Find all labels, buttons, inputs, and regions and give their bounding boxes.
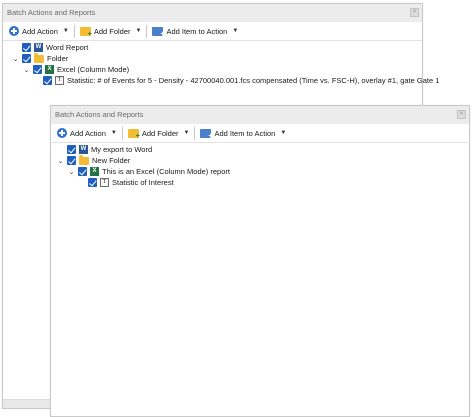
chevron-down-icon[interactable]: ⌄ [12,55,19,63]
tree-item-label: Excel (Column Mode) [57,65,130,74]
toolbar-divider [121,126,123,140]
checkbox-icon[interactable] [22,54,31,63]
folder-icon [79,154,89,165]
tree-item-word-export[interactable]: W My export to Word [57,144,152,155]
tree-item-excel-report[interactable]: ⌄ X This is an Excel (Column Mode) repor… [68,166,230,177]
back-panel-titlebar[interactable]: Batch Actions and Reports × [3,4,422,22]
tree-item-label: Word Report [46,43,89,52]
front-panel-title: Batch Actions and Reports [55,110,144,119]
checkbox-icon[interactable] [22,43,31,52]
front-add-item-label: Add Item to Action [214,128,276,138]
checkbox-icon[interactable] [43,76,52,85]
back-add-folder-label: Add Folder [93,26,131,36]
tree-item-label: Folder [47,54,69,63]
back-add-folder-button[interactable]: Add Folder ▼ [77,24,145,39]
back-add-item-label: Add Item to Action [166,26,228,36]
tree-item-statistic[interactable]: T Statistic: # of Events for 5 - Density… [43,75,439,86]
back-add-item-button[interactable]: Add Item to Action ▼ [149,24,241,39]
toolbar-divider [146,24,148,38]
back-add-action-label: Add Action [22,26,58,36]
chevron-down-icon[interactable]: ⌄ [68,168,75,176]
tree-item-statistic[interactable]: T Statistic of Interest [88,177,174,188]
front-add-folder-label: Add Folder [141,128,179,138]
chevron-down-icon: ▼ [232,28,239,34]
tree-item-label: Statistic of Interest [112,178,174,187]
toolbar-divider [194,126,196,140]
checkbox-icon[interactable] [67,145,76,154]
back-add-action-button[interactable]: Add Action ▼ [6,24,72,39]
add-folder-icon [127,128,140,140]
tree-item-excel[interactable]: ⌄ X Excel (Column Mode) [23,64,129,75]
excel-icon: X [45,65,54,74]
chevron-down-icon[interactable]: ⌄ [57,157,64,165]
checkbox-icon[interactable] [33,65,42,74]
statistic-icon: T [100,178,109,187]
tree-item-label: Statistic: # of Events for 5 - Density -… [67,76,440,85]
statistic-icon: T [55,76,64,85]
back-panel-close-icon[interactable]: × [410,8,419,17]
front-add-action-label: Add Action [70,128,106,138]
checkbox-icon[interactable] [67,156,76,165]
word-icon: W [79,145,88,154]
chevron-down-icon: ▼ [62,28,69,34]
tree-item-word-report[interactable]: W Word Report [12,42,88,53]
front-add-action-button[interactable]: Add Action ▼ [54,126,120,141]
front-add-folder-button[interactable]: Add Folder ▼ [125,126,193,141]
chevron-down-icon: ▼ [183,130,190,136]
add-action-icon [57,128,67,138]
chevron-down-icon: ▼ [110,130,117,136]
chevron-down-icon: ▼ [135,28,142,34]
tree-item-folder[interactable]: ⌄ Folder [12,52,69,64]
checkbox-icon[interactable] [78,167,87,176]
word-icon: W [34,43,43,52]
add-item-icon [200,128,212,140]
chevron-down-icon: ▼ [280,130,287,136]
tree-item-new-folder[interactable]: ⌄ New Folder [57,154,131,166]
front-batch-panel: Batch Actions and Reports × Add Action ▼… [50,105,470,417]
add-item-icon [152,26,164,38]
back-panel-toolbar: Add Action ▼ Add Folder ▼ Add Item to Ac… [3,22,422,41]
chevron-down-icon[interactable]: ⌄ [23,66,30,74]
front-add-item-button[interactable]: Add Item to Action ▼ [197,126,289,141]
tree-item-label: My export to Word [91,145,153,154]
folder-icon [34,52,44,63]
front-panel-close-icon[interactable]: × [457,110,466,119]
tree-item-label: This is an Excel (Column Mode) report [102,167,230,176]
front-panel-toolbar: Add Action ▼ Add Folder ▼ Add Item to Ac… [51,124,469,143]
front-panel-titlebar[interactable]: Batch Actions and Reports × [51,106,469,124]
excel-icon: X [90,167,99,176]
add-action-icon [9,26,19,36]
add-folder-icon [79,26,92,38]
toolbar-divider [73,24,75,38]
tree-item-label: New Folder [92,156,131,165]
checkbox-icon[interactable] [88,178,97,187]
back-panel-title: Batch Actions and Reports [7,8,96,17]
